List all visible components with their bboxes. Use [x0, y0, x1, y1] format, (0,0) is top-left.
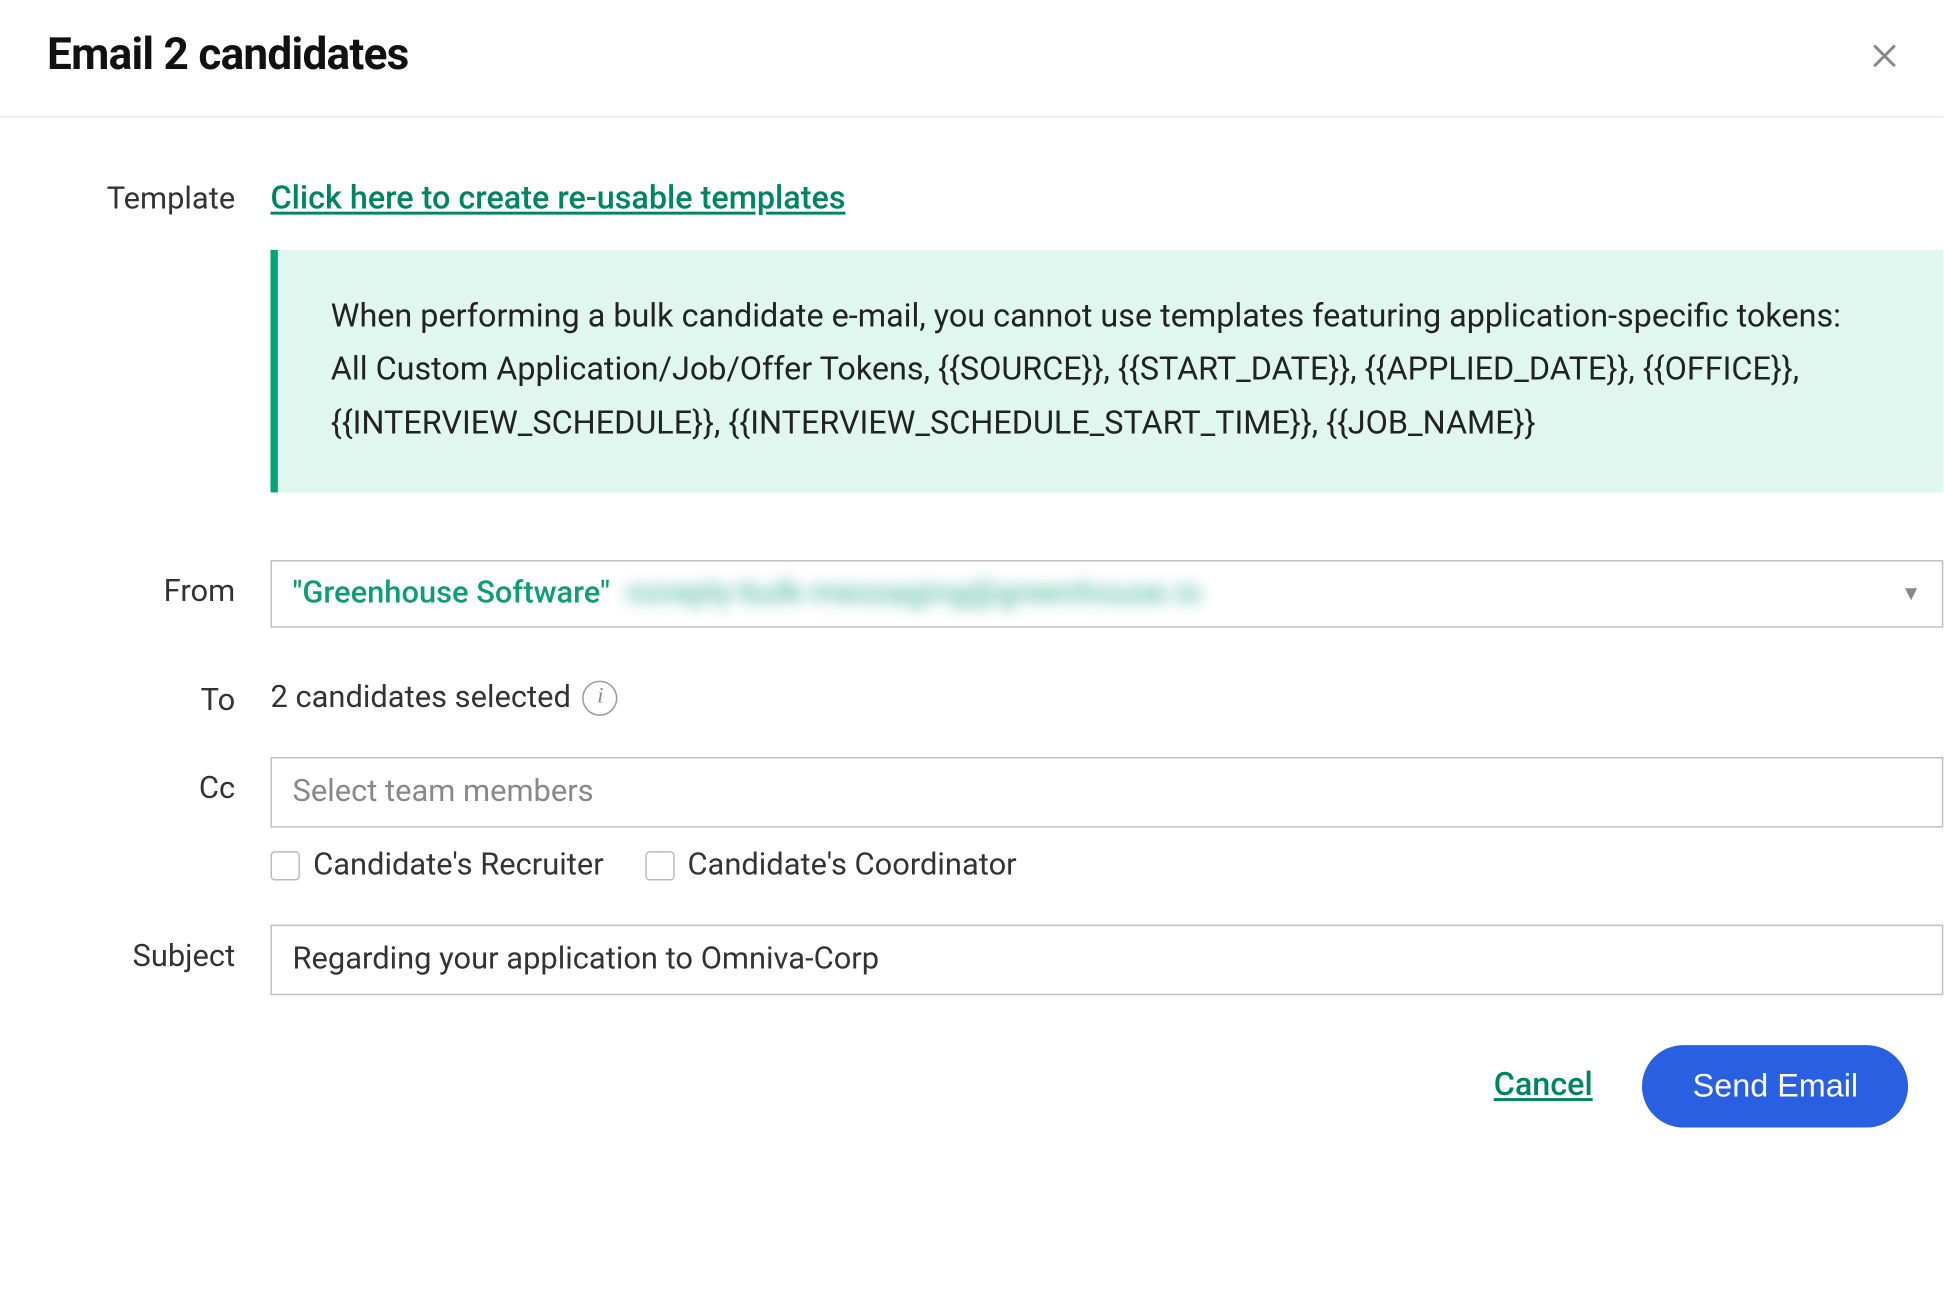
- info-icon[interactable]: i: [583, 680, 618, 715]
- subject-row: Subject: [0, 924, 1943, 995]
- cc-input[interactable]: [270, 757, 1943, 828]
- cc-checkbox-row: Candidate's Recruiter Candidate's Coordi…: [270, 848, 1943, 883]
- subject-label: Subject: [0, 924, 270, 974]
- subject-input[interactable]: [270, 924, 1943, 995]
- close-icon[interactable]: [1867, 37, 1902, 72]
- from-value-wrap: "Greenhouse Software" noreply-bulk-messa…: [270, 560, 1943, 628]
- warning-text-2: All Custom Application/Job/Offer Tokens,…: [331, 344, 1891, 451]
- to-value-wrap: 2 candidates selected i: [270, 680, 1943, 715]
- modal-body: Template Click here to create re-usable …: [0, 118, 1943, 1142]
- to-label: To: [0, 680, 270, 718]
- chevron-down-icon: ▼: [1901, 581, 1921, 606]
- from-display-name: "Greenhouse Software": [293, 576, 610, 611]
- template-value: Click here to create re-usable templates…: [270, 181, 1943, 501]
- token-warning-box: When performing a bulk candidate e-mail,…: [270, 250, 1943, 492]
- template-row: Template Click here to create re-usable …: [0, 179, 1943, 501]
- recruiter-checkbox[interactable]: Candidate's Recruiter: [270, 848, 603, 883]
- email-candidates-modal: Email 2 candidates Template Click here t…: [0, 0, 1943, 1142]
- from-label: From: [0, 560, 270, 610]
- cc-label: Cc: [0, 757, 270, 807]
- modal-title: Email 2 candidates: [47, 29, 409, 80]
- coordinator-checkbox[interactable]: Candidate's Coordinator: [645, 848, 1017, 883]
- checkbox-icon: [270, 851, 299, 880]
- from-email-obscured: noreply-bulk-messaging@greenhouse.io: [626, 576, 1201, 611]
- subject-value-wrap: [270, 924, 1943, 995]
- from-select[interactable]: "Greenhouse Software" noreply-bulk-messa…: [270, 560, 1943, 628]
- from-row: From "Greenhouse Software" noreply-bulk-…: [0, 560, 1943, 628]
- modal-footer: Cancel Send Email: [0, 1010, 1943, 1142]
- create-template-link[interactable]: Click here to create re-usable templates: [270, 181, 845, 218]
- checkbox-icon: [645, 851, 674, 880]
- cc-row: Cc Candidate's Recruiter Candidate's Coo…: [0, 757, 1943, 883]
- cancel-button[interactable]: Cancel: [1494, 1068, 1593, 1105]
- warning-text-1: When performing a bulk candidate e-mail,…: [331, 291, 1891, 344]
- recruiter-checkbox-label: Candidate's Recruiter: [313, 848, 604, 883]
- template-label: Template: [0, 179, 270, 217]
- coordinator-checkbox-label: Candidate's Coordinator: [687, 848, 1016, 883]
- cc-value-wrap: Candidate's Recruiter Candidate's Coordi…: [270, 757, 1943, 883]
- modal-header: Email 2 candidates: [0, 0, 1943, 118]
- to-row: To 2 candidates selected i: [0, 680, 1943, 718]
- to-selected-count: 2 candidates selected: [270, 680, 570, 715]
- send-email-button[interactable]: Send Email: [1643, 1045, 1908, 1127]
